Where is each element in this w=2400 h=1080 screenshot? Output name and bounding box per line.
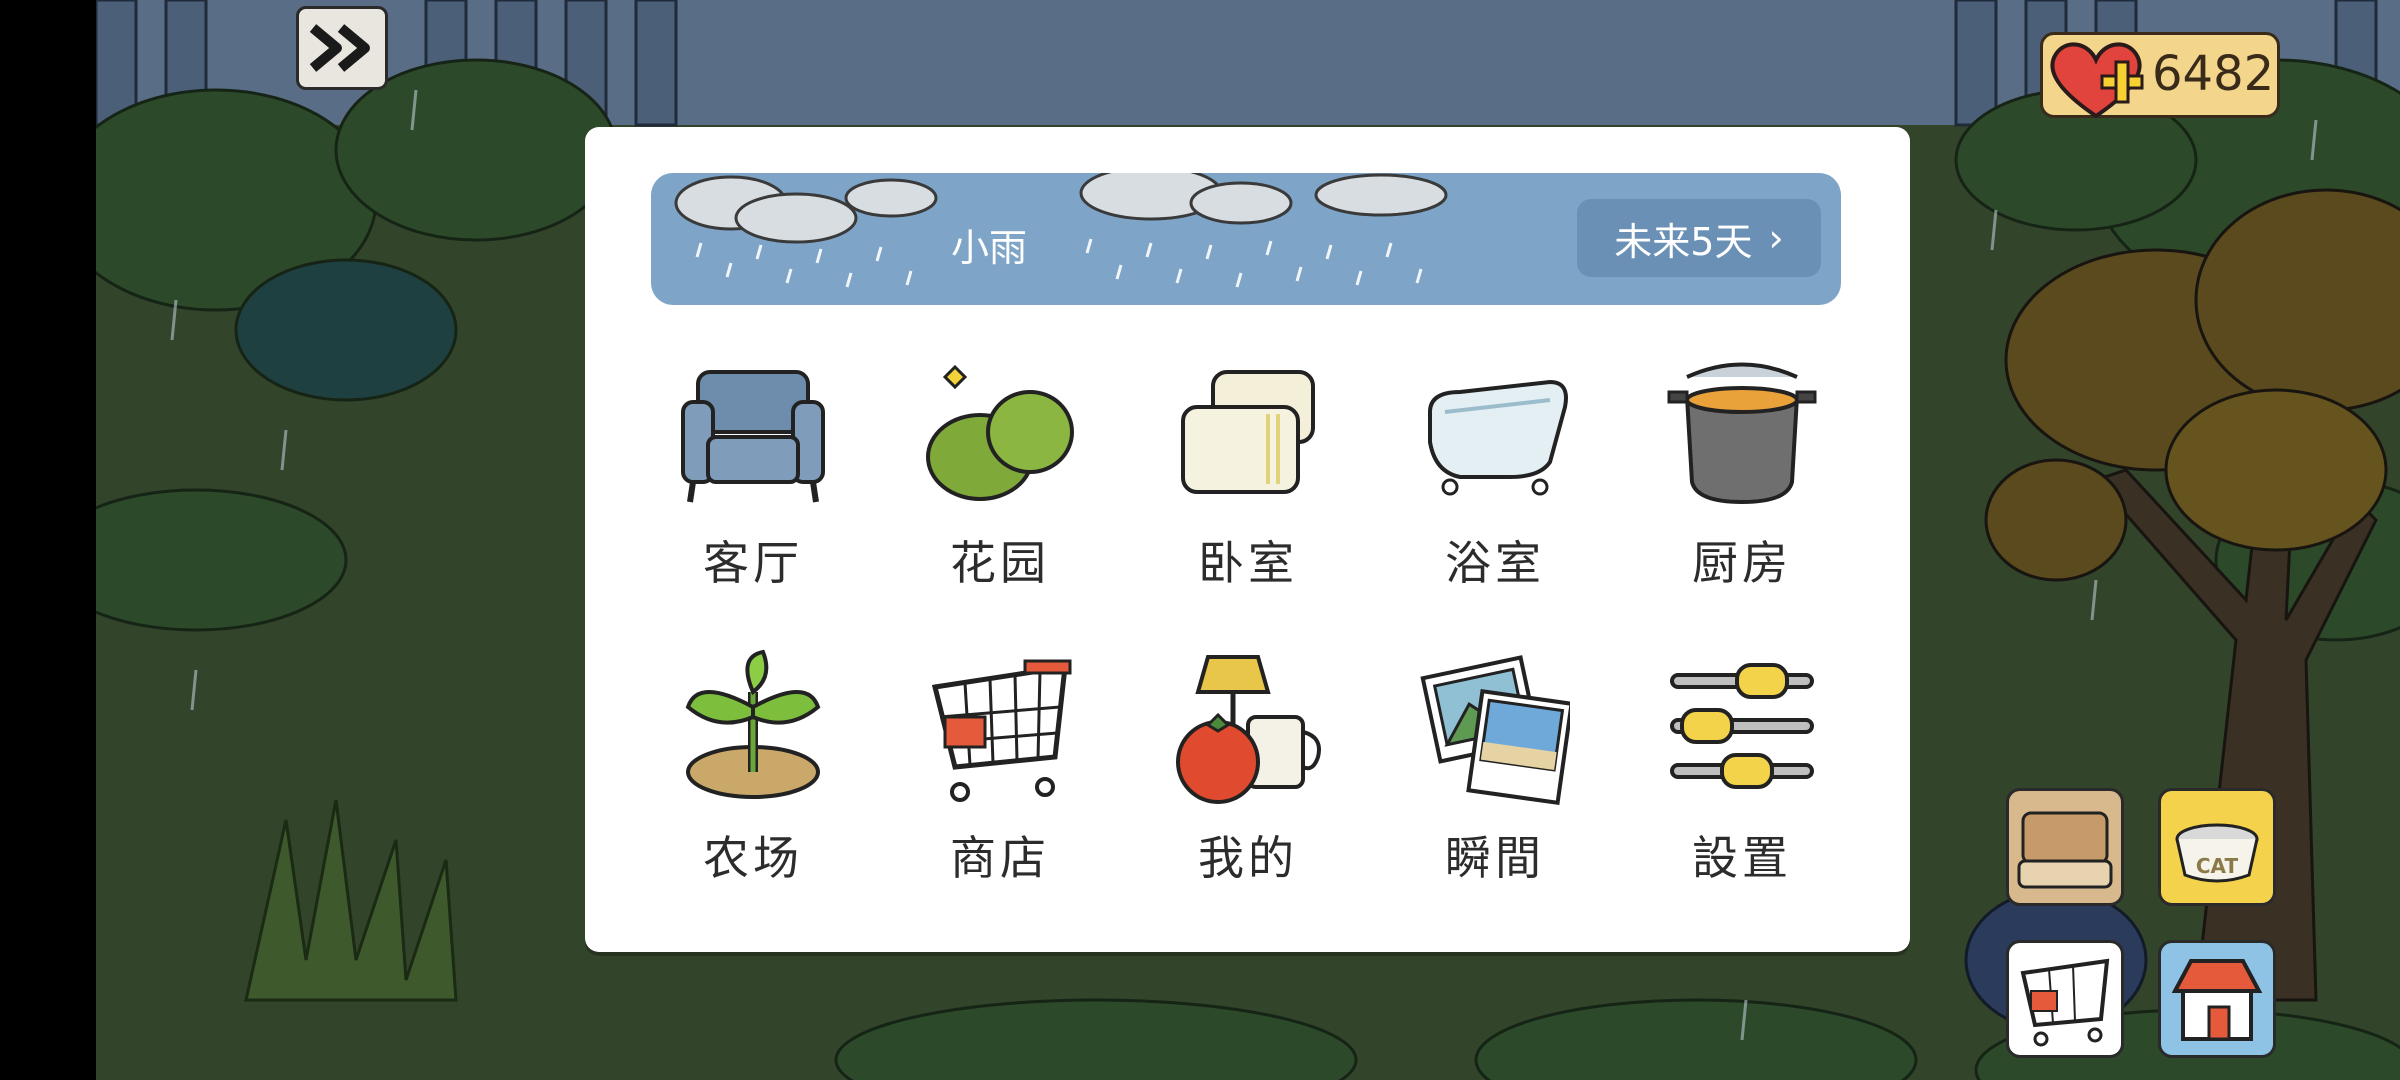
cooking-pot-icon: [1667, 362, 1817, 505]
currency-amount: 6482: [2152, 46, 2275, 102]
menu-item-garden[interactable]: 花园: [900, 352, 1100, 612]
armchair-icon: [681, 370, 825, 503]
house-icon: [2171, 959, 2263, 1041]
sliders-icon: [1670, 663, 1814, 789]
menu-item-kitchen[interactable]: 厨房: [1642, 352, 1842, 612]
currency-display[interactable]: 6482: [2040, 24, 2280, 120]
sprout-icon: [685, 649, 821, 799]
shopping-cart-icon: [931, 659, 1072, 802]
menu-item-label: 瞬間: [1445, 831, 1545, 885]
menu-item-label: 厨房: [1692, 536, 1792, 590]
menu-item-label: 花园: [950, 536, 1050, 590]
menu-item-label: 卧室: [1198, 536, 1298, 590]
shopping-cart-icon: [2020, 958, 2110, 1047]
chevron-right-icon: ›: [1768, 216, 1784, 260]
menu-item-bedroom[interactable]: 卧室: [1148, 352, 1348, 612]
bathtub-icon: [1428, 379, 1568, 496]
menu-item-label: 商店: [950, 831, 1050, 885]
fast-forward-button[interactable]: [296, 6, 388, 90]
photos-icon: [1420, 655, 1570, 806]
heart-plus-icon: [2050, 42, 2144, 119]
menu-item-mine[interactable]: 我的: [1148, 647, 1348, 907]
lamp-tomato-mug-icon: [1176, 655, 1321, 804]
shop-cart-button[interactable]: [2006, 940, 2124, 1058]
menu-item-label: 农场: [703, 831, 803, 885]
menu-item-label: 我的: [1198, 831, 1298, 885]
pillows-icon: [1181, 370, 1315, 494]
menu-item-farm[interactable]: 农场: [653, 647, 853, 907]
bowl-label: CAT: [2196, 854, 2239, 878]
weather-bar[interactable]: 小雨 未来5天 ›: [651, 173, 1841, 305]
menu-item-label: 客厅: [703, 536, 803, 590]
bush-icon: [926, 364, 1074, 501]
forecast-label: 未来5天: [1614, 219, 1753, 264]
goodies-tray-button[interactable]: [2006, 788, 2124, 906]
menu-item-label: 設置: [1692, 831, 1792, 885]
five-day-forecast-button[interactable]: 未来5天 ›: [1577, 199, 1821, 277]
menu-item-moments[interactable]: 瞬間: [1395, 647, 1595, 907]
tray-icon: [2017, 811, 2113, 889]
cat-bowl-icon: CAT: [2175, 823, 2259, 883]
weather-condition: 小雨: [951, 226, 1028, 270]
menu-item-shop[interactable]: 商店: [900, 647, 1100, 907]
menu-item-living-room[interactable]: 客厅: [653, 352, 853, 612]
main-menu-panel: 小雨 未来5天 › 客厅 花园 卧室 浴室 厨房 农场 商店 我的 瞬間 設置: [585, 127, 1910, 952]
menu-item-label: 浴室: [1445, 536, 1545, 590]
food-bowl-button[interactable]: CAT: [2158, 788, 2276, 906]
double-chevron-right-icon: [309, 24, 370, 72]
home-button[interactable]: [2158, 940, 2276, 1058]
menu-item-settings[interactable]: 設置: [1642, 647, 1842, 907]
menu-item-bathroom[interactable]: 浴室: [1395, 352, 1595, 612]
